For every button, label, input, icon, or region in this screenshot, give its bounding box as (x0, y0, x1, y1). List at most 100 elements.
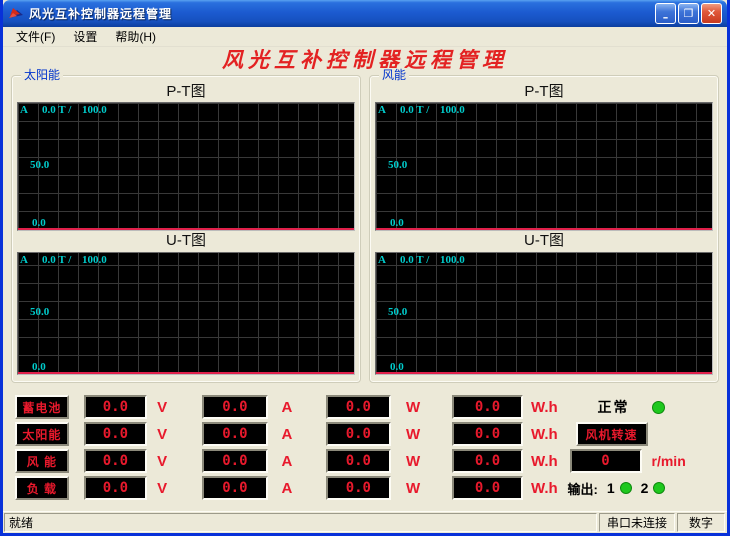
output-label: 输出: (568, 479, 598, 498)
fan-speed-label-cell: 风机转速 (576, 422, 720, 446)
y-axis-label: A (20, 254, 28, 267)
load-power-display: 0.0 (326, 476, 391, 500)
chart-groups: 太阳能 P-T图 A 0.0 T / 100.0 50.0 0.0 U-T图 A… (3, 73, 727, 383)
table-row-load: 负 载 0.0 V 0.0 A 0.0 W 0.0 W.h 输出: 1 2 (15, 476, 719, 500)
maximize-button[interactable]: ❐ (678, 3, 699, 24)
watt-unit: W (406, 453, 427, 470)
wind-group-label: 风能 (379, 68, 409, 82)
x-scale-label: 0.0 T / (42, 254, 71, 267)
zero-data-line (18, 228, 354, 230)
x-scale-label: 0.0 T / (400, 254, 429, 267)
y-mid-tick: 50.0 (30, 306, 49, 319)
y-axis-label: A (378, 254, 386, 267)
wind-current-display: 0.0 (202, 449, 267, 473)
output2-number: 2 (641, 480, 649, 496)
y-mid-tick: 50.0 (388, 306, 407, 319)
wind-pt-chart-title: P-T图 (373, 82, 715, 102)
y-axis-label: A (378, 104, 386, 117)
solar-power-display: 0.0 (326, 422, 391, 446)
y-max-tick: 100.0 (440, 104, 465, 117)
battery-energy-display: 0.0 (452, 395, 523, 419)
wind-voltage-display: 0.0 (84, 449, 147, 473)
load-label: 负 载 (15, 476, 69, 500)
fan-speed-label: 风机转速 (576, 422, 648, 446)
titlebar[interactable]: 风光互补控制器远程管理 – ❐ ✕ (3, 0, 727, 27)
solar-current-display: 0.0 (202, 422, 267, 446)
zero-data-line (376, 228, 712, 230)
table-row-wind: 风 能 0.0 V 0.0 A 0.0 W 0.0 W.h 0 r/min (15, 449, 719, 473)
output1-number: 1 (607, 480, 615, 496)
statusbar-serial-status: 串口未连接 (599, 513, 675, 532)
window-title: 风光互补控制器远程管理 (29, 5, 653, 22)
y-axis-label: A (20, 104, 28, 117)
maximize-icon: ❐ (684, 7, 694, 20)
menu-file[interactable]: 文件(F) (7, 26, 64, 47)
load-current-display: 0.0 (202, 476, 267, 500)
menu-settings[interactable]: 设置 (64, 26, 106, 47)
fan-speed-unit: r/min (652, 453, 686, 469)
volt-unit: V (157, 453, 174, 470)
output2-led (653, 482, 665, 494)
solar-pt-chart: A 0.0 T / 100.0 50.0 0.0 (17, 102, 355, 231)
amp-unit: A (282, 480, 299, 497)
watt-unit: W (406, 399, 427, 416)
wind-power-display: 0.0 (326, 449, 391, 473)
solar-energy-display: 0.0 (452, 422, 523, 446)
zero-data-line (376, 372, 712, 374)
wind-energy-display: 0.0 (452, 449, 523, 473)
wind-ut-chart-title: U-T图 (373, 231, 715, 251)
zero-data-line (18, 372, 354, 374)
battery-power-display: 0.0 (326, 395, 391, 419)
wh-unit: W.h (531, 399, 564, 416)
output1-led (620, 482, 632, 494)
watt-unit: W (406, 426, 427, 443)
wh-unit: W.h (531, 480, 564, 497)
solar-pt-chart-title: P-T图 (15, 82, 357, 102)
y-max-tick: 100.0 (82, 104, 107, 117)
solar-label: 太阳能 (15, 422, 69, 446)
app-icon (8, 6, 25, 22)
wh-unit: W.h (531, 426, 564, 443)
status-normal-cell: 正常 (576, 397, 720, 417)
y-mid-tick: 50.0 (30, 159, 49, 172)
close-icon: ✕ (707, 7, 716, 20)
menubar: 文件(F) 设置 帮助(H) (3, 27, 727, 47)
page-title: 风光互补控制器远程管理 (3, 47, 727, 73)
menu-help[interactable]: 帮助(H) (106, 26, 165, 47)
amp-unit: A (282, 453, 299, 470)
load-energy-display: 0.0 (452, 476, 523, 500)
y-mid-tick: 50.0 (388, 159, 407, 172)
battery-current-display: 0.0 (202, 395, 267, 419)
wind-groupbox: 风能 P-T图 A 0.0 T / 100.0 50.0 0.0 U-T图 A … (369, 75, 719, 383)
normal-status-led (652, 401, 665, 414)
watt-unit: W (406, 480, 427, 497)
battery-voltage-display: 0.0 (84, 395, 147, 419)
minimize-button[interactable]: – (655, 3, 676, 24)
solar-group-label: 太阳能 (21, 68, 63, 82)
volt-unit: V (157, 426, 174, 443)
table-row-solar: 太阳能 0.0 V 0.0 A 0.0 W 0.0 W.h 风机转速 (15, 422, 719, 446)
amp-unit: A (282, 399, 299, 416)
solar-voltage-display: 0.0 (84, 422, 147, 446)
wind-label: 风 能 (15, 449, 69, 473)
readings-panel: 蓄电池 0.0 V 0.0 A 0.0 W 0.0 W.h 正常 太阳能 0.0… (3, 383, 727, 505)
x-scale-label: 0.0 T / (400, 104, 429, 117)
x-scale-label: 0.0 T / (42, 104, 71, 117)
wind-pt-chart: A 0.0 T / 100.0 50.0 0.0 (375, 102, 713, 231)
fan-speed-value-cell: 0 r/min (576, 449, 720, 473)
volt-unit: V (157, 480, 174, 497)
wh-unit: W.h (531, 453, 564, 470)
normal-status-label: 正常 (598, 397, 630, 417)
app-window: 风光互补控制器远程管理 – ❐ ✕ 文件(F) 设置 帮助(H) 风光互补控制器… (0, 0, 730, 536)
statusbar: 就绪 串口未连接 数字 (3, 511, 727, 533)
statusbar-num-indicator: 数字 (677, 513, 725, 532)
battery-label: 蓄电池 (15, 395, 69, 419)
amp-unit: A (282, 426, 299, 443)
solar-ut-chart-title: U-T图 (15, 231, 357, 251)
fan-speed-display: 0 (570, 449, 642, 473)
close-button[interactable]: ✕ (701, 3, 722, 24)
volt-unit: V (157, 399, 174, 416)
wind-ut-chart: A 0.0 T / 100.0 50.0 0.0 (375, 252, 713, 375)
statusbar-ready: 就绪 (4, 513, 597, 532)
y-max-tick: 100.0 (440, 254, 465, 267)
